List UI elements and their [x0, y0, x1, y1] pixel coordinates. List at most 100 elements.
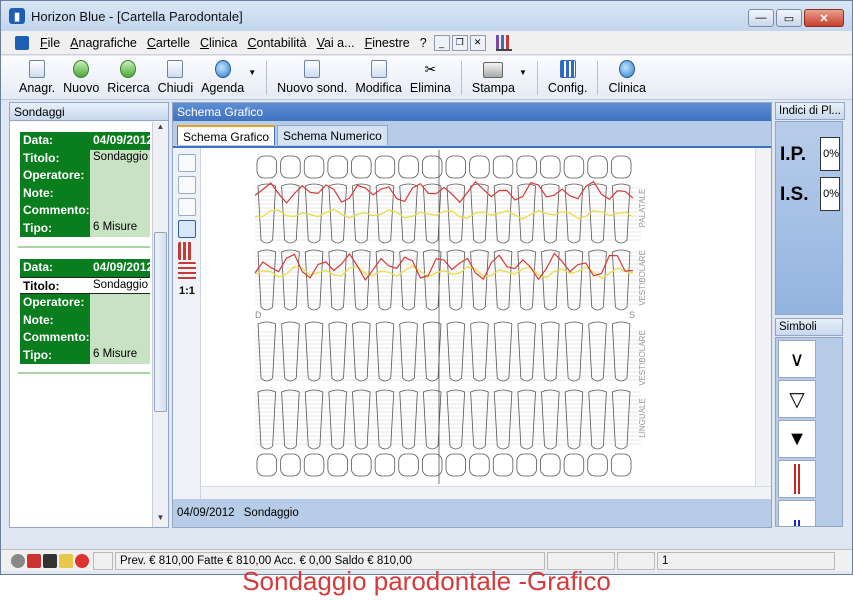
scroll-up-icon[interactable]: ▲ [153, 122, 168, 136]
tooth-crown [303, 453, 325, 477]
tab-schema-grafico[interactable]: Schema Grafico [177, 125, 276, 145]
modifica-label: Modifica [355, 81, 402, 95]
tooth-crown [492, 155, 514, 179]
menu-vai-a[interactable]: Vai a... [312, 36, 360, 50]
zoom-page-icon[interactable] [178, 198, 196, 216]
agenda-button[interactable]: Agenda [197, 60, 248, 99]
nuovo-button[interactable]: Nuovo [59, 60, 103, 99]
title-label: Titolo: [20, 276, 90, 294]
menu-contabilita[interactable]: Contabilità [242, 36, 311, 50]
title-bar: ▮ Horizon Blue - [Cartella Parodontale] … [1, 1, 852, 31]
zoom-1-1-label[interactable]: 1:1 [179, 285, 195, 297]
chiudi-button[interactable]: Chiudi [154, 60, 197, 99]
document-app-icon[interactable] [15, 35, 29, 50]
printer-icon [483, 62, 504, 78]
toolbar-separator [597, 61, 599, 95]
tooth-crown [351, 453, 372, 477]
tooth-outline [328, 183, 347, 244]
menu-clinica[interactable]: Clinica [195, 36, 243, 50]
clinica-button[interactable]: Clinica [604, 60, 650, 99]
symbol-blue-lines-button[interactable] [778, 500, 816, 526]
sondaggi-scrollbar[interactable]: ▲ ▼ [152, 122, 168, 527]
clinica-label: Clinica [608, 81, 646, 95]
status-acc: Acc. € 0,00 [273, 554, 332, 567]
tooth-crown [374, 155, 396, 179]
zoom-icon[interactable] [178, 154, 196, 172]
agenda-dropdown-icon[interactable]: ▼ [248, 68, 256, 77]
card-date-row: Data: 04/09/2012 [20, 132, 150, 150]
scroll-down-icon[interactable]: ▼ [153, 513, 168, 527]
card-title-row: Titolo: Sondaggio [20, 149, 150, 167]
stampa-button[interactable]: Stampa [468, 62, 519, 99]
new-probe-icon [304, 60, 321, 78]
symbol-red-lines-button[interactable] [778, 460, 816, 498]
page-icon[interactable] [178, 176, 196, 194]
symbol-v-button[interactable]: ∨ [778, 340, 816, 378]
search-icon [120, 60, 137, 78]
mdi-restore-button[interactable]: ❐ [451, 34, 468, 51]
gum-line-upper-palatal [255, 208, 634, 220]
blue-double-line-icon [794, 520, 800, 526]
toolbar-separator [266, 61, 268, 95]
footer-title: Sondaggio [243, 507, 299, 519]
maximize-button[interactable]: ▭ [776, 9, 802, 27]
tab-schema-numerico[interactable]: Schema Numerico [277, 125, 388, 145]
periodontal-chart-area: 1:1 D S PALATALE VESTIBOLARE VESTIBOLARE LING… [173, 146, 771, 500]
title-label: Titolo: [20, 149, 90, 167]
date-value: 04/09/2012 [90, 259, 150, 277]
stampa-label: Stampa [471, 81, 515, 95]
window-title: Horizon Blue - [Cartella Parodontale] [31, 8, 243, 24]
tooth-crown [445, 453, 467, 477]
menu-anagrafiche[interactable]: Anagrafiche [65, 36, 142, 50]
elimina-button[interactable]: ✂ Elimina [406, 60, 455, 99]
type-value: 6 Misure [90, 346, 150, 364]
symbol-triangle-filled-button[interactable]: ▼ [778, 420, 816, 458]
tooth-crown [469, 155, 490, 179]
card-divider [18, 246, 150, 248]
modifica-button[interactable]: Modifica [351, 60, 406, 99]
ricerca-button[interactable]: Ricerca [103, 60, 153, 99]
operator-value [90, 294, 150, 312]
tooth-crown [398, 453, 419, 477]
indici-panel: Indici di Pl... I.P. 0% I.S. 0% Simboli … [775, 102, 845, 528]
card-divider [18, 372, 150, 374]
card-operator-row: Operatore: [20, 294, 150, 312]
tooth-outline [399, 183, 418, 244]
menu-help[interactable]: ? [415, 36, 432, 50]
graph-lines-icon[interactable] [178, 220, 196, 238]
nuovo-label: Nuovo [63, 81, 100, 95]
chart-icon[interactable] [495, 34, 512, 51]
config-button[interactable]: Config. [544, 60, 592, 99]
card-comment-row: Commento: [20, 202, 150, 220]
simboli-header: Simboli [775, 318, 843, 336]
chart-vscrollbar[interactable] [755, 148, 771, 488]
anagr-button[interactable]: Anagr. [15, 60, 59, 99]
close-button[interactable]: ✕ [804, 9, 844, 27]
notes-label: Note: [20, 184, 90, 202]
menu-file[interactable]: File [35, 36, 65, 50]
nuovo-sond-button[interactable]: Nuovo sond. [273, 60, 351, 99]
sondaggio-card-2[interactable]: Data: 04/09/2012 Titolo: Sondaggio Opera… [20, 259, 150, 364]
tooth-crown [540, 453, 561, 477]
stampa-dropdown-icon[interactable]: ▼ [519, 68, 527, 77]
mdi-minimize-button[interactable]: _ [433, 34, 450, 51]
notes-value [90, 311, 150, 329]
scroll-thumb[interactable] [154, 232, 167, 412]
menu-finestre[interactable]: Finestre [360, 36, 415, 50]
menu-cartelle[interactable]: Cartelle [142, 36, 195, 50]
minimize-button[interactable]: — [748, 9, 774, 27]
mdi-close-button[interactable]: ✕ [469, 34, 486, 51]
symbol-triangle-outline-button[interactable]: ▽ [778, 380, 816, 418]
operator-label: Operatore: [20, 167, 90, 185]
periodontal-chart: D S PALATALE VESTIBOLARE VESTIBOLARE LINGUALE [254, 150, 647, 484]
title-value: Sondaggio [90, 276, 150, 294]
edit-icon [370, 60, 387, 78]
tooth-crown [374, 453, 396, 477]
horizontal-lines-icon[interactable] [178, 262, 196, 280]
main-window: ▮ Horizon Blue - [Cartella Parodontale] … [0, 0, 853, 575]
sondaggio-card-1[interactable]: Data: 04/09/2012 Titolo: Sondaggio Opera… [20, 132, 150, 237]
bar-graph-icon[interactable] [178, 242, 196, 260]
chart-hscrollbar[interactable] [201, 486, 771, 500]
side-label-d: D [255, 310, 262, 320]
tooth-crown [327, 453, 348, 477]
